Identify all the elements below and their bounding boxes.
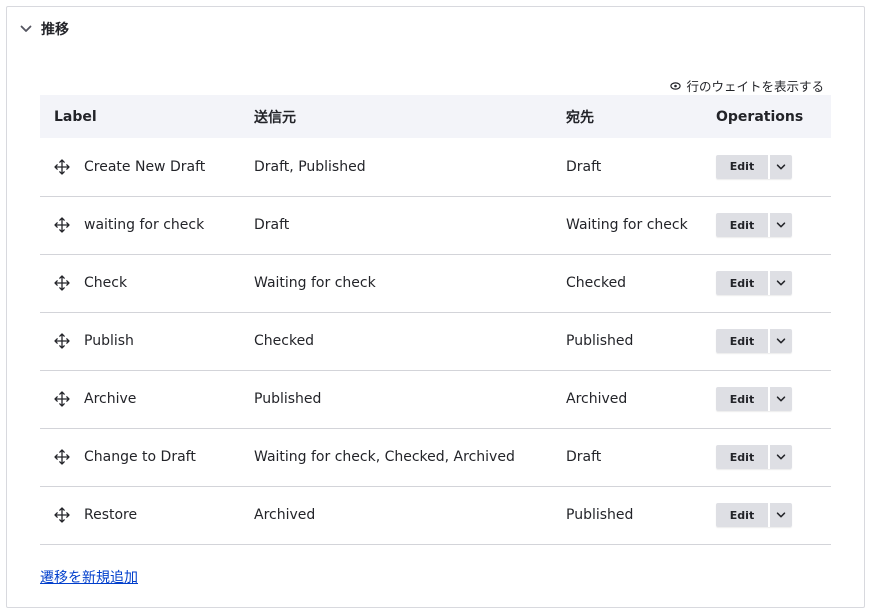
operations-dropbutton: Edit <box>716 445 792 469</box>
row-label: Check <box>84 275 128 291</box>
row-label: waiting for check <box>84 217 205 233</box>
row-label: Archive <box>84 391 137 407</box>
operations-toggle-button[interactable] <box>770 213 792 237</box>
row-to: Published <box>566 507 634 523</box>
section-title: 推移 <box>41 22 69 38</box>
section-summary[interactable]: 推移 <box>19 19 69 39</box>
chevron-down-icon <box>20 25 32 32</box>
row-label: Publish <box>84 333 134 349</box>
operations-toggle-button[interactable] <box>770 503 792 527</box>
operations-dropbutton: Edit <box>716 271 792 295</box>
column-header-to: 宛先 <box>566 109 594 126</box>
table-row: Restore Archived Published Edit <box>40 486 831 544</box>
table-row: Archive Published Archived Edit <box>40 370 831 428</box>
chevron-down-icon <box>776 512 786 518</box>
operations-dropbutton: Edit <box>716 503 792 527</box>
drag-handle-icon[interactable] <box>54 507 70 523</box>
chevron-down-icon <box>776 454 786 460</box>
operations-dropbutton: Edit <box>716 154 792 179</box>
operations-dropbutton: Edit <box>716 213 792 237</box>
drag-handle-icon[interactable] <box>54 391 70 407</box>
table-row: Check Waiting for check Checked Edit <box>40 254 831 312</box>
row-from: Published <box>254 391 322 407</box>
chevron-down-icon <box>776 222 786 228</box>
operations-dropbutton: Edit <box>716 387 792 411</box>
table-row: Create New Draft Draft, Published Draft … <box>40 138 831 196</box>
row-to: Archived <box>566 391 628 407</box>
column-header-label: Label <box>54 108 97 125</box>
row-to: Waiting for check <box>566 217 688 233</box>
transitions-panel: 推移 行のウェイトを表示する Label 送信元 宛先 Operations C… <box>6 6 865 608</box>
column-header-from: 送信元 <box>254 109 296 126</box>
operations-toggle-button[interactable] <box>770 271 792 295</box>
edit-button[interactable]: Edit <box>716 445 768 469</box>
operations-toggle-button[interactable] <box>770 387 792 411</box>
operations-toggle-button[interactable] <box>770 445 792 469</box>
edit-button[interactable]: Edit <box>716 154 768 179</box>
edit-button[interactable]: Edit <box>716 213 768 237</box>
row-label: Restore <box>84 507 138 523</box>
row-to: Draft <box>566 449 602 465</box>
edit-button[interactable]: Edit <box>716 329 768 353</box>
table-header-row: Label 送信元 宛先 Operations <box>40 95 831 138</box>
show-row-weights-label: 行のウェイトを表示する <box>686 79 824 94</box>
edit-button[interactable]: Edit <box>716 503 768 527</box>
chevron-down-icon <box>776 164 786 170</box>
row-from: Waiting for check, Checked, Archived <box>254 449 515 465</box>
operations-toggle-button[interactable] <box>770 329 792 353</box>
chevron-down-icon <box>776 338 786 344</box>
row-to: Checked <box>566 275 627 291</box>
eye-icon <box>670 81 682 90</box>
row-from: Waiting for check <box>254 275 376 291</box>
operations-dropbutton: Edit <box>716 329 792 353</box>
column-header-operations: Operations <box>716 108 804 125</box>
row-from: Checked <box>254 333 315 349</box>
edit-button[interactable]: Edit <box>716 387 768 411</box>
edit-button[interactable]: Edit <box>716 271 768 295</box>
row-label: Create New Draft <box>84 158 206 175</box>
operations-toggle-button[interactable] <box>770 154 792 179</box>
row-from: Draft, Published <box>254 158 366 175</box>
table-row: waiting for check Draft Waiting for chec… <box>40 196 831 254</box>
show-row-weights-toggle[interactable]: 行のウェイトを表示する <box>670 76 824 95</box>
chevron-down-icon <box>776 396 786 402</box>
table-row: Publish Checked Published Edit <box>40 312 831 370</box>
chevron-down-icon <box>776 280 786 286</box>
drag-handle-icon[interactable] <box>54 449 70 465</box>
row-from: Archived <box>254 507 316 523</box>
drag-handle-icon[interactable] <box>54 159 70 175</box>
drag-handle-icon[interactable] <box>54 275 70 291</box>
drag-handle-icon[interactable] <box>54 333 70 349</box>
row-to: Draft <box>566 158 602 175</box>
row-to: Published <box>566 333 634 349</box>
table-row: Change to Draft Waiting for check, Check… <box>40 428 831 486</box>
transitions-table: Label 送信元 宛先 Operations Create New Draft… <box>40 95 831 545</box>
row-label: Change to Draft <box>84 449 196 465</box>
add-new-transition-link[interactable]: 遷移を新規追加 <box>40 567 138 587</box>
drag-handle-icon[interactable] <box>54 217 70 233</box>
row-from: Draft <box>254 217 290 233</box>
